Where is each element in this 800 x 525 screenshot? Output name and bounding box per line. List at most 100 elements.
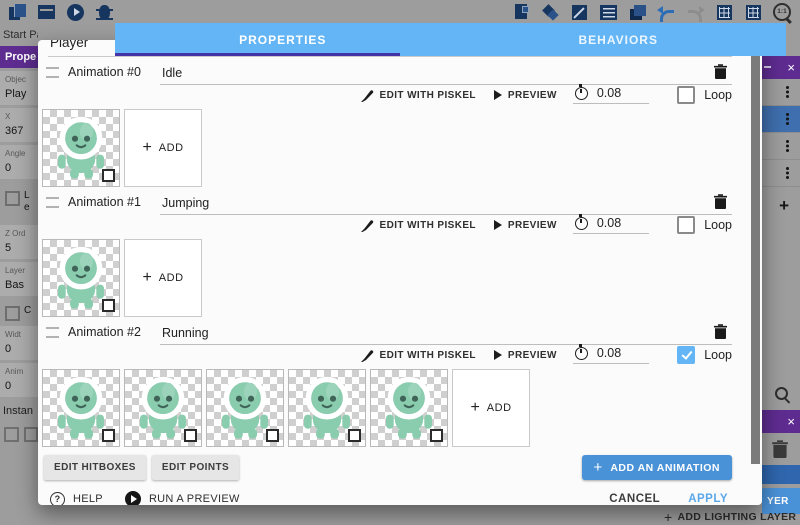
zoom-1-1-icon[interactable] xyxy=(773,3,792,22)
more-menu-icon[interactable] xyxy=(786,140,789,143)
redo-icon[interactable] xyxy=(686,3,705,22)
objects-icon[interactable] xyxy=(541,3,560,22)
object-row[interactable] xyxy=(762,79,800,106)
documents-icon[interactable] xyxy=(8,3,27,22)
help-button[interactable]: ? HELP xyxy=(50,492,103,506)
delete-layer-icon[interactable] xyxy=(772,440,788,458)
animation-1-header: Animation #1 Jumping xyxy=(46,189,732,215)
prop-width[interactable]: Widt 0 xyxy=(0,326,38,360)
animation-1-name-field[interactable]: Jumping xyxy=(160,196,732,215)
custom-size-checkbox[interactable] xyxy=(5,306,20,321)
prop-z-order[interactable]: Z Ord 5 xyxy=(0,225,38,259)
more-menu-icon[interactable] xyxy=(786,113,789,116)
time-between-frames-field[interactable]: 0.08 xyxy=(573,216,649,234)
cancel-button[interactable]: CANCEL xyxy=(609,493,660,505)
prop-custom-size: C xyxy=(0,299,38,323)
prop-layer[interactable]: Layer Bas xyxy=(0,262,38,296)
prop-object[interactable]: Objec Play xyxy=(0,71,38,105)
preview-button[interactable]: PREVIEW xyxy=(494,220,557,231)
edit-with-piskel-button[interactable]: EDIT WITH PISKEL xyxy=(361,89,476,102)
layers-icon[interactable] xyxy=(628,3,647,22)
drag-handle-icon[interactable] xyxy=(46,197,59,208)
object-row[interactable] xyxy=(762,106,800,133)
copy-icon[interactable] xyxy=(4,427,19,442)
loop-checkbox[interactable] xyxy=(677,216,695,234)
drag-handle-icon[interactable] xyxy=(46,67,59,78)
app-screen: Start Pa Prope Objec Play X 367 Angle 0 … xyxy=(0,0,800,525)
plus-icon: + xyxy=(470,399,479,417)
sprite-frame[interactable] xyxy=(124,369,202,447)
tab-behaviors[interactable]: BEHAVIORS xyxy=(451,23,787,56)
add-animation-button[interactable]: + ADD AN ANIMATION xyxy=(582,455,732,480)
left-properties-strip: Start Pa Prope Objec Play X 367 Angle 0 … xyxy=(0,24,38,525)
edit-hitboxes-button[interactable]: EDIT HITBOXES xyxy=(44,455,146,480)
layer-row-partial[interactable] xyxy=(762,465,800,484)
debug-icon[interactable] xyxy=(95,3,114,22)
run-preview-button[interactable]: RUN A PREVIEW xyxy=(125,491,240,505)
prop-x[interactable]: X 367 xyxy=(0,108,38,142)
delete-animation-1-button[interactable] xyxy=(710,191,730,211)
preview-button[interactable]: PREVIEW xyxy=(494,350,557,361)
grid-icon[interactable] xyxy=(744,3,763,22)
animation-0-frames: + ADD xyxy=(42,109,744,187)
animation-2-name-field[interactable]: Running xyxy=(160,326,732,345)
add-frame-button[interactable]: + ADD xyxy=(124,239,202,317)
loop-toggle[interactable]: Loop xyxy=(677,346,732,364)
loop-toggle[interactable]: Loop xyxy=(677,216,732,234)
object-row[interactable] xyxy=(762,160,800,187)
help-icon: ? xyxy=(50,492,65,506)
page-icon[interactable] xyxy=(512,3,531,22)
animation-2-frames: + ADD xyxy=(42,369,744,447)
edit-with-piskel-button[interactable]: EDIT WITH PISKEL xyxy=(361,349,476,362)
delete-animation-2-button[interactable] xyxy=(710,321,730,341)
brush-icon xyxy=(361,89,374,102)
time-between-frames-field[interactable]: 0.08 xyxy=(573,86,649,104)
add-frame-button[interactable]: + ADD xyxy=(452,369,530,447)
animation-0-name-field[interactable]: Idle xyxy=(160,66,732,85)
play-triangle-icon xyxy=(494,220,502,230)
play-triangle-icon xyxy=(494,350,502,360)
window-icon[interactable] xyxy=(37,3,56,22)
sprite-frame[interactable] xyxy=(206,369,284,447)
loop-toggle[interactable]: Loop xyxy=(677,86,732,104)
undo-icon[interactable] xyxy=(657,3,676,22)
sprite-frame[interactable] xyxy=(42,369,120,447)
object-row[interactable] xyxy=(762,133,800,160)
list-icon[interactable] xyxy=(599,3,618,22)
plus-icon: + xyxy=(142,269,151,287)
edit-points-button[interactable]: EDIT POINTS xyxy=(152,455,239,480)
sprite-frame[interactable] xyxy=(42,239,120,317)
sprite-frame[interactable] xyxy=(288,369,366,447)
sprite-frame[interactable] xyxy=(42,109,120,187)
search-icon[interactable] xyxy=(775,387,788,400)
more-menu-icon[interactable] xyxy=(786,86,789,89)
scene-tab[interactable]: Start Pa xyxy=(0,24,38,41)
prop-animation[interactable]: Anim 0 xyxy=(0,363,38,397)
time-between-frames-field[interactable]: 0.08 xyxy=(573,346,649,364)
play-icon[interactable] xyxy=(66,3,85,22)
loop-checkbox[interactable] xyxy=(677,346,695,364)
brush-icon xyxy=(361,349,374,362)
edit-with-piskel-button[interactable]: EDIT WITH PISKEL xyxy=(361,219,476,232)
add-frame-button[interactable]: + ADD xyxy=(124,109,202,187)
sprite-frame[interactable] xyxy=(370,369,448,447)
close-icon[interactable]: × xyxy=(787,61,795,74)
add-object-icon[interactable]: + xyxy=(762,187,800,216)
more-menu-icon[interactable] xyxy=(786,167,789,170)
prop-angle[interactable]: Angle 0 xyxy=(0,145,38,179)
paste-icon[interactable] xyxy=(24,427,39,442)
edit-icon[interactable] xyxy=(570,3,589,22)
delete-animation-0-button[interactable] xyxy=(710,61,730,81)
stopwatch-icon xyxy=(575,87,588,100)
loop-checkbox[interactable] xyxy=(677,86,695,104)
dialog-scrollbar[interactable] xyxy=(751,56,760,464)
tab-properties[interactable]: PROPERTIES xyxy=(115,23,451,56)
grid-select-icon[interactable] xyxy=(715,3,734,22)
lock-checkbox[interactable] xyxy=(5,191,20,206)
add-lighting-layer-button[interactable]: + ADD LIGHTING LAYER xyxy=(664,509,796,525)
close-icon[interactable]: × xyxy=(787,415,795,428)
apply-button[interactable]: APPLY xyxy=(688,493,728,505)
drag-handle-icon[interactable] xyxy=(46,327,59,338)
frame-corner-icon xyxy=(102,299,115,312)
preview-button[interactable]: PREVIEW xyxy=(494,90,557,101)
